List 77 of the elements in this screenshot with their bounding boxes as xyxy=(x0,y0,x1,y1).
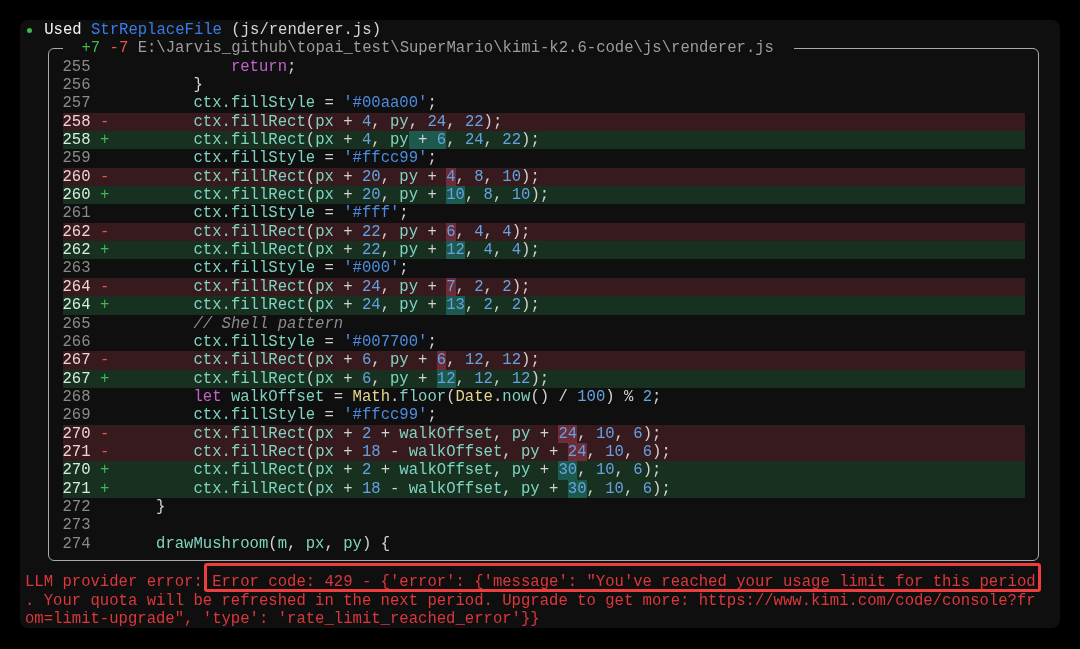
code-line: ctx.fillRect(px + 20, py + 10, 8, 10); xyxy=(193,186,550,205)
line-number: 274 xyxy=(62,534,91,553)
line-number: 271 xyxy=(62,479,91,498)
code-line: ctx.fillStyle = '#007700'; xyxy=(193,332,437,352)
line-number: 258 xyxy=(62,112,91,132)
diff-marker: + xyxy=(99,296,110,315)
code-line: ctx.fillStyle = '#00aa00'; xyxy=(193,94,437,113)
diff-marker: + xyxy=(99,479,110,498)
code-line: ctx.fillRect(px + 6, py + 6, 12, 12); xyxy=(193,351,540,370)
file-path: E:\Jarvis_github\topai_test\SuperMario\kimi-k2.6-code\js\renderer.js xyxy=(137,39,774,58)
diff-marker: - xyxy=(99,167,110,187)
tool-argument: (js/renderer.js) xyxy=(231,21,382,40)
line-number: 270 xyxy=(62,424,91,443)
code-line: return; xyxy=(230,57,297,77)
line-number: 262 xyxy=(62,222,91,242)
code-line: ctx.fillRect(px + 24, py + 7, 2, 2); xyxy=(193,277,531,297)
code-line: ctx.fillStyle = '#ffcc99'; xyxy=(193,149,437,168)
line-number: 272 xyxy=(62,497,91,517)
line-number: 264 xyxy=(62,296,91,315)
code-line: ctx.fillRect(px + 18 - walkOffset, py + 30, 10, 6); xyxy=(193,479,671,498)
code-line: ctx.fillStyle = '#000'; xyxy=(193,259,409,278)
line-number: 271 xyxy=(62,442,91,462)
tool-name: StrReplaceFile xyxy=(90,21,222,40)
code-line: ctx.fillRect(px + 4, py, 24, 22); xyxy=(193,112,503,132)
diff-marker: - xyxy=(99,222,110,242)
error-text: LLM provider error: xyxy=(25,573,203,592)
code-line: ctx.fillRect(px + 24, py + 13, 2, 2); xyxy=(193,296,540,315)
diff-marker: - xyxy=(99,442,110,462)
line-number: 267 xyxy=(62,369,91,388)
code-line: ctx.fillRect(px + 2 + walkOffset, py + 30, 10, 6); xyxy=(193,461,662,480)
action-label: Used xyxy=(44,21,82,40)
line-number: 255 xyxy=(62,57,91,77)
diff-marker: + xyxy=(99,186,110,205)
line-number: 263 xyxy=(62,259,91,278)
line-number: 270 xyxy=(62,461,91,480)
line-number: 261 xyxy=(62,204,91,223)
removed-count: -7 xyxy=(109,39,129,58)
error-text: Error code: 429 - {'error': {'message': "You've reached your usage limit for this period xyxy=(212,573,1036,592)
added-count: +7 xyxy=(81,39,101,58)
error-text: om=limit-upgrade", 'type': 'rate_limit_reached_error'}} xyxy=(25,610,540,629)
diff-marker: + xyxy=(99,461,110,480)
line-number: 267 xyxy=(62,351,91,370)
line-number: 268 xyxy=(62,387,91,407)
line-number: 273 xyxy=(62,516,91,535)
code-line: ctx.fillRect(px + 20, py + 4, 8, 10); xyxy=(193,167,540,187)
code-line: drawMushroom(m, px, py) { xyxy=(156,534,390,553)
code-line: let walkOffset = Math.floor(Date.now() / 100) % 2; xyxy=(193,387,662,407)
code-line: } xyxy=(156,497,166,517)
code-line: // Shell pattern xyxy=(193,314,344,333)
line-number: 259 xyxy=(62,149,91,168)
diff-marker: - xyxy=(99,351,110,370)
line-number: 256 xyxy=(62,76,91,95)
code-line: } xyxy=(193,76,203,95)
code-line: ctx.fillRect(px + 22, py + 6, 4, 4); xyxy=(193,222,531,242)
line-number: 257 xyxy=(62,94,91,113)
line-number: 266 xyxy=(62,332,91,352)
code-line: ctx.fillRect(px + 2 + walkOffset, py + 24, 10, 6); xyxy=(193,424,662,443)
line-number: 265 xyxy=(62,314,91,333)
line-number: 264 xyxy=(62,277,91,297)
diff-marker: + xyxy=(99,369,110,388)
code-line: ctx.fillRect(px + 18 - walkOffset, py + 24, 10, 6); xyxy=(193,442,671,462)
error-text: . Your quota will be refreshed in the next period. Upgrade to get more: https://www.kimi.com/code/console?fr xyxy=(25,591,1036,611)
diff-marker: - xyxy=(99,424,110,443)
line-number: 262 xyxy=(62,241,91,260)
diff-marker: - xyxy=(99,277,110,297)
diff-marker: - xyxy=(99,112,110,132)
code-line: ctx.fillRect(px + 22, py + 12, 4, 4); xyxy=(193,241,540,260)
diff-marker: + xyxy=(99,131,110,150)
line-number: 269 xyxy=(62,406,91,425)
line-number: 258 xyxy=(62,131,91,150)
diff-marker: + xyxy=(99,241,110,260)
line-number: 260 xyxy=(62,186,91,205)
code-line: ctx.fillStyle = '#ffcc99'; xyxy=(193,406,437,425)
code-line: ctx.fillRect(px + 6, py + 12, 12, 12); xyxy=(193,369,550,388)
code-line: ctx.fillRect(px + 4, py + 6, 24, 22); xyxy=(193,131,540,150)
code-line: ctx.fillStyle = '#fff'; xyxy=(193,204,409,223)
line-number: 260 xyxy=(62,167,91,187)
